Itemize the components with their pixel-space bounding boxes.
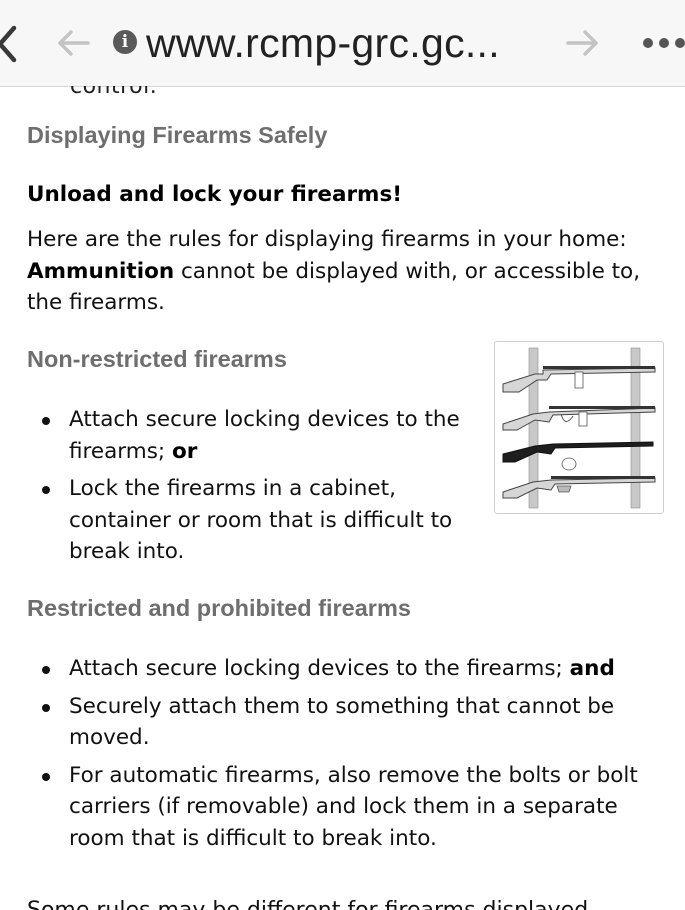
list-item-bold: and: [569, 656, 615, 681]
list-item: Attach secure locking devices to the fir…: [27, 404, 467, 467]
list-item-text: Lock the firearms in a cabinet, containe…: [69, 476, 453, 564]
intro-text-before: Here are the rules for displaying firear…: [27, 227, 627, 252]
restricted-title: Restricted and prohibited firearms: [27, 595, 411, 621]
rifle-3: [502, 441, 654, 471]
bullet-icon: [42, 417, 50, 425]
address-bar-url[interactable]: www.rcmp-grc.gc...: [146, 20, 546, 68]
list-item: Lock the firearms in a cabinet, containe…: [27, 473, 467, 568]
back-arrow-icon[interactable]: [56, 28, 92, 58]
browser-toolbar: i www.rcmp-grc.gc...: [0, 0, 685, 87]
more-dots-icon[interactable]: [641, 36, 685, 50]
non-restricted-title: Non-restricted firearms: [27, 346, 287, 372]
list-item-text: Securely attach them to something that c…: [69, 693, 615, 751]
list-item: For automatic firearms, also remove the …: [27, 760, 657, 855]
back-chevron-icon[interactable]: [0, 22, 34, 66]
list-item-text: For automatic firearms, also remove the …: [69, 762, 638, 851]
bullet-icon: [42, 703, 50, 712]
intro-paragraph: Here are the rules for displaying firear…: [27, 224, 647, 319]
section-title: Displaying Firearms Safely: [27, 122, 328, 148]
subheading: Unload and lock your firearms!: [27, 182, 403, 207]
firearms-rack-illustration: [494, 341, 664, 514]
list-item-bold: or: [172, 438, 198, 464]
list-item-text: Attach secure locking devices to the fir…: [69, 656, 570, 681]
page-content: control. Displaying Firearms Safely Unlo…: [27, 86, 667, 910]
cutoff-previous-text: control.: [70, 86, 158, 99]
list-item-text: Attach secure locking devices to the fir…: [69, 407, 460, 464]
forward-arrow-icon[interactable]: [564, 28, 600, 58]
cutoff-next-text: Some rules may be different for firearms…: [27, 898, 588, 910]
bullet-icon: [42, 486, 50, 494]
non-restricted-list: Attach secure locking devices to the fir…: [27, 404, 467, 568]
intro-bold: Ammunition: [27, 258, 175, 284]
list-item: Securely attach them to something that c…: [27, 691, 657, 754]
list-item: Attach secure locking devices to the fir…: [27, 653, 657, 685]
bullet-icon: [42, 772, 50, 781]
restricted-list: Attach secure locking devices to the fir…: [27, 653, 657, 854]
info-icon[interactable]: i: [113, 30, 137, 54]
bullet-icon: [42, 666, 50, 674]
